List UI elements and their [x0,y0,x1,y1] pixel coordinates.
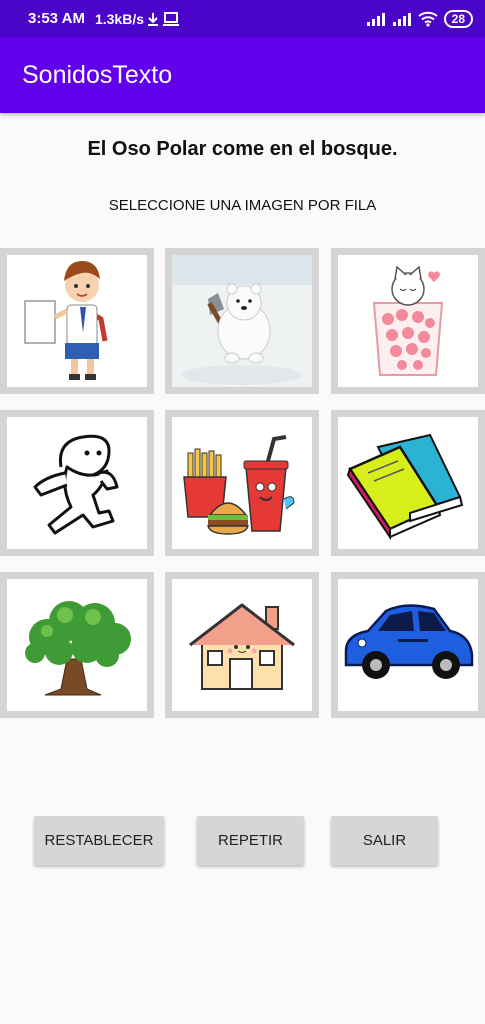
image-option-walking-figure[interactable] [0,410,154,556]
signal-icon-2 [392,12,411,26]
walking-figure-image [33,434,119,535]
image-option-polar-bear[interactable] [165,248,319,394]
books-image [346,433,464,541]
schoolboy-image [24,261,108,380]
cat-in-glass-image [372,265,444,376]
image-option-fast-food[interactable] [165,410,319,556]
download-icon [148,12,159,26]
fast-food-image [183,435,295,535]
tree-image [25,601,131,696]
app-title: SonidosTexto [22,60,173,89]
app-bar: SonidosTexto [0,37,485,113]
instruction-text: SELECCIONE UNA IMAGEN POR FILA [108,197,377,214]
image-grid [0,248,485,718]
car-image [344,604,474,679]
image-option-books[interactable] [331,410,485,556]
status-bar: 3:53 AM 1.3kB/s 28 [0,0,485,37]
laptop-icon [163,11,180,26]
clock: 3:53 AM [28,10,85,27]
repeat-button[interactable]: REPETIR [197,816,304,865]
battery-indicator: 28 [443,9,473,28]
network-speed: 1.3kB/s [95,11,180,27]
image-option-car[interactable] [331,572,485,718]
image-option-tree[interactable] [0,572,154,718]
image-option-house[interactable] [165,572,319,718]
target-sentence: El Oso Polar come en el bosque. [87,138,398,160]
wifi-icon [417,11,438,27]
reset-button[interactable]: RESTABLECER [34,816,164,865]
house-image [189,603,295,690]
polar-bear-image [172,255,312,387]
image-option-schoolboy[interactable] [0,248,154,394]
exit-button[interactable]: SALIR [331,816,438,865]
signal-icon [366,12,385,26]
image-option-cat-in-glass[interactable] [331,248,485,394]
